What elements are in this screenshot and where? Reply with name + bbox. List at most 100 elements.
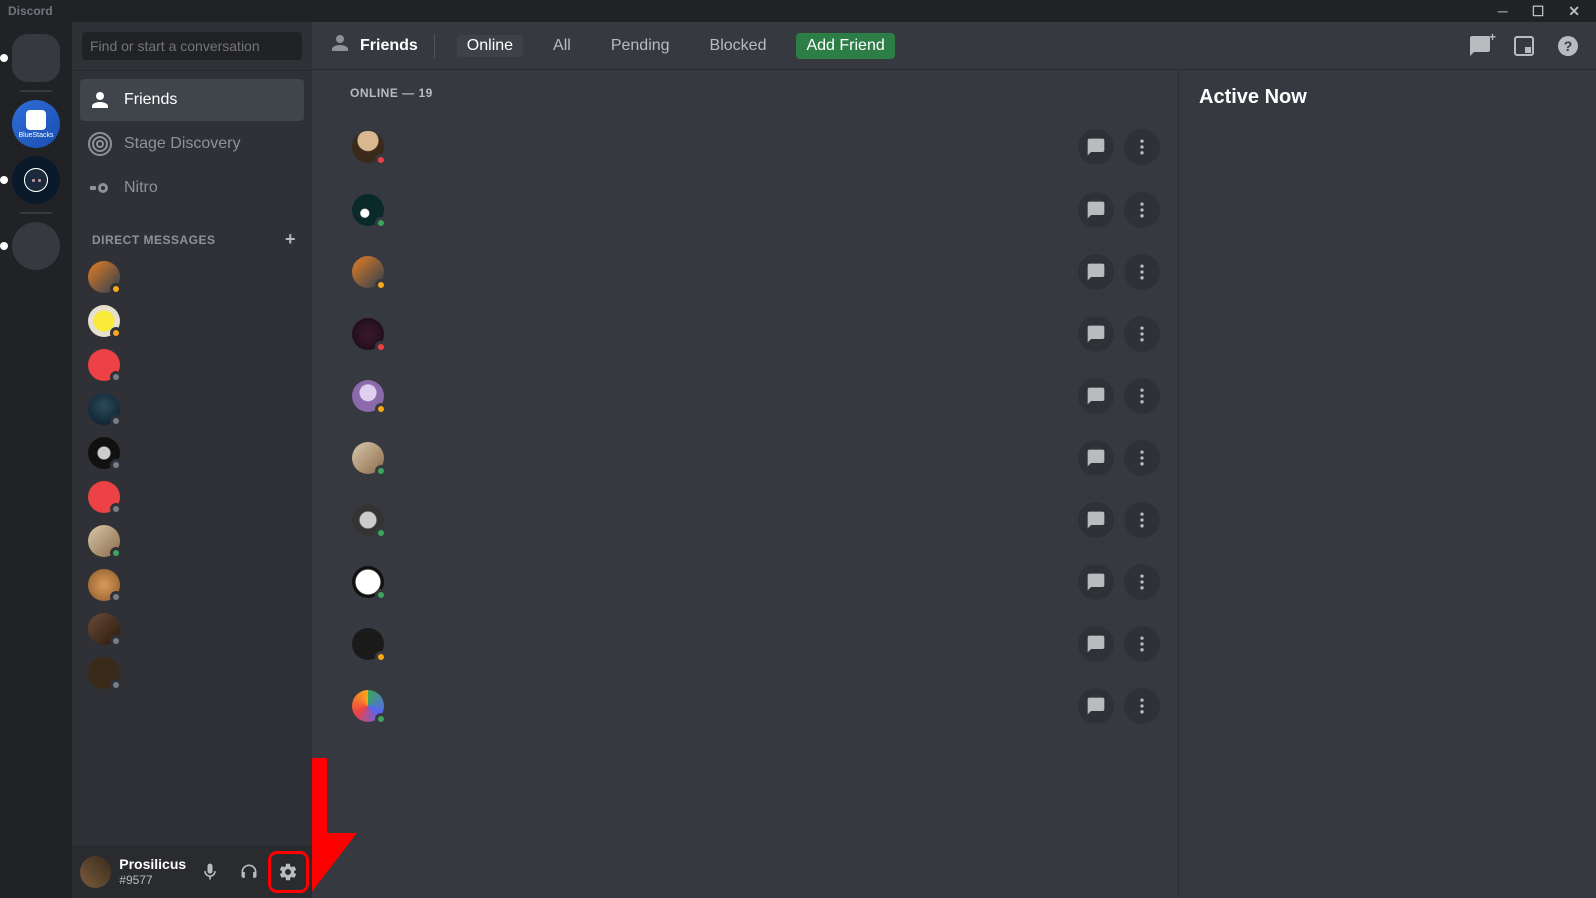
more-button[interactable] bbox=[1124, 502, 1160, 538]
friend-row[interactable] bbox=[342, 674, 1170, 736]
status-indicator bbox=[375, 217, 387, 229]
nitro-icon bbox=[88, 176, 112, 200]
user-info[interactable]: Prosilicus #9577 bbox=[119, 856, 186, 887]
server-item[interactable] bbox=[12, 222, 60, 270]
more-button[interactable] bbox=[1124, 192, 1160, 228]
settings-button[interactable] bbox=[273, 856, 304, 888]
sidebar-item-friends[interactable]: Friends bbox=[80, 79, 304, 121]
dm-avatar bbox=[88, 613, 120, 645]
server-opera[interactable] bbox=[12, 156, 60, 204]
more-button[interactable] bbox=[1124, 316, 1160, 352]
dm-item[interactable] bbox=[80, 344, 304, 386]
status-indicator bbox=[375, 465, 387, 477]
maximize-button[interactable]: ☐ bbox=[1532, 3, 1545, 20]
tab-blocked[interactable]: Blocked bbox=[700, 35, 777, 57]
dm-item[interactable] bbox=[80, 520, 304, 562]
active-now-panel: Active Now bbox=[1178, 70, 1596, 898]
new-group-dm-icon[interactable]: + bbox=[1468, 34, 1492, 58]
inbox-icon[interactable] bbox=[1512, 34, 1536, 58]
friend-row[interactable] bbox=[342, 612, 1170, 674]
dm-item[interactable] bbox=[80, 256, 304, 298]
close-button[interactable]: ✕ bbox=[1568, 3, 1580, 20]
friend-row[interactable] bbox=[342, 550, 1170, 612]
mute-button[interactable] bbox=[194, 856, 225, 888]
sidebar-item-nitro[interactable]: Nitro bbox=[80, 167, 304, 209]
dm-item[interactable] bbox=[80, 652, 304, 694]
tab-online[interactable]: Online bbox=[457, 35, 523, 57]
message-button[interactable] bbox=[1078, 440, 1114, 476]
dm-item[interactable] bbox=[80, 432, 304, 474]
server-pill bbox=[0, 242, 8, 250]
dm-avatar bbox=[88, 657, 120, 689]
user-avatar[interactable] bbox=[80, 856, 111, 888]
message-button[interactable] bbox=[1078, 316, 1114, 352]
divider bbox=[434, 34, 435, 58]
help-icon[interactable]: ? bbox=[1556, 34, 1580, 58]
add-friend-button[interactable]: Add Friend bbox=[796, 33, 894, 59]
message-button[interactable] bbox=[1078, 626, 1114, 662]
dm-item[interactable] bbox=[80, 300, 304, 342]
minimize-button[interactable]: ─ bbox=[1498, 3, 1508, 20]
friends-title: Friends bbox=[328, 31, 418, 60]
create-dm-button[interactable]: + bbox=[285, 229, 296, 250]
tab-pending[interactable]: Pending bbox=[601, 35, 680, 57]
dm-item[interactable] bbox=[80, 564, 304, 606]
dm-item[interactable] bbox=[80, 476, 304, 518]
message-button[interactable] bbox=[1078, 129, 1114, 165]
online-section-title: ONLINE — 19 bbox=[342, 86, 1170, 100]
status-indicator bbox=[375, 403, 387, 415]
more-button[interactable] bbox=[1124, 626, 1160, 662]
friend-avatar bbox=[352, 442, 384, 474]
status-indicator bbox=[110, 415, 122, 427]
sidebar-item-stage[interactable]: Stage Discovery bbox=[80, 123, 304, 165]
message-button[interactable] bbox=[1078, 378, 1114, 414]
message-button[interactable] bbox=[1078, 192, 1114, 228]
message-button[interactable] bbox=[1078, 564, 1114, 600]
more-button[interactable] bbox=[1124, 254, 1160, 290]
deafen-button[interactable] bbox=[233, 856, 264, 888]
status-indicator bbox=[375, 527, 387, 539]
friend-row[interactable] bbox=[342, 364, 1170, 426]
friend-avatar bbox=[352, 131, 384, 163]
friends-list: ONLINE — 19 bbox=[312, 70, 1178, 898]
server-pill bbox=[0, 176, 8, 184]
friend-avatar bbox=[352, 566, 384, 598]
message-button[interactable] bbox=[1078, 254, 1114, 290]
server-separator bbox=[20, 212, 52, 214]
channel-sidebar: Friends Stage Discovery Nitro DIRECT MES… bbox=[72, 22, 312, 898]
more-button[interactable] bbox=[1124, 688, 1160, 724]
friend-row[interactable] bbox=[342, 426, 1170, 488]
friend-avatar bbox=[352, 504, 384, 536]
friend-row[interactable] bbox=[342, 240, 1170, 302]
dm-avatar bbox=[88, 525, 120, 557]
server-bluestacks[interactable]: BlueStacks bbox=[12, 100, 60, 148]
status-indicator bbox=[110, 283, 122, 295]
more-button[interactable] bbox=[1124, 564, 1160, 600]
message-button[interactable] bbox=[1078, 502, 1114, 538]
titlebar: Discord ─ ☐ ✕ bbox=[0, 0, 1596, 22]
message-button[interactable] bbox=[1078, 688, 1114, 724]
server-list: BlueStacks bbox=[0, 22, 72, 898]
status-indicator bbox=[110, 635, 122, 647]
status-indicator bbox=[375, 589, 387, 601]
more-button[interactable] bbox=[1124, 378, 1160, 414]
friend-row[interactable] bbox=[342, 302, 1170, 364]
friend-avatar bbox=[352, 690, 384, 722]
dm-item[interactable] bbox=[80, 608, 304, 650]
home-server[interactable] bbox=[12, 34, 60, 82]
tab-all[interactable]: All bbox=[543, 35, 581, 57]
dm-avatar bbox=[88, 349, 120, 381]
more-button[interactable] bbox=[1124, 440, 1160, 476]
friends-icon bbox=[88, 88, 112, 112]
stage-icon bbox=[88, 132, 112, 156]
search-input[interactable] bbox=[82, 32, 302, 60]
dm-header-label: DIRECT MESSAGES bbox=[92, 233, 216, 247]
dm-item[interactable] bbox=[80, 388, 304, 430]
friend-avatar bbox=[352, 318, 384, 350]
friend-row[interactable] bbox=[342, 116, 1170, 178]
status-indicator bbox=[110, 591, 122, 603]
more-button[interactable] bbox=[1124, 129, 1160, 165]
friend-row[interactable] bbox=[342, 178, 1170, 240]
friend-row[interactable] bbox=[342, 488, 1170, 550]
svg-text:?: ? bbox=[1564, 38, 1573, 54]
